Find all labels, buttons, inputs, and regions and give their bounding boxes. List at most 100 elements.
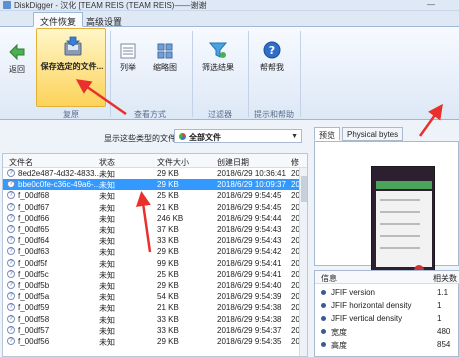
file-name: f_00df5f: [18, 258, 47, 268]
unknown-file-icon: ?: [7, 337, 15, 345]
filter-label: 筛选结果: [202, 63, 234, 72]
column-header-created[interactable]: 创建日期: [217, 157, 249, 168]
file-name: f_00df68: [18, 191, 50, 201]
unknown-file-icon: ?: [7, 225, 15, 233]
property-key: 宽度: [331, 328, 347, 337]
file-created: 2018/6/29 9:54:45: [217, 191, 282, 201]
group-label-view: 查看方式: [134, 110, 166, 119]
unknown-file-icon: ?: [7, 269, 15, 278]
ribbon-separator: [300, 31, 301, 117]
table-row[interactable]: ? f_00df66 未知 246 KB 2018/6/29 9:54:44 20: [3, 213, 307, 224]
table-row[interactable]: ? f_00df5a 未知 54 KB 2018/6/29 9:54:39 20: [3, 291, 307, 302]
file-name: f_00df5c: [18, 269, 49, 279]
file-size: 33 KB: [157, 314, 179, 324]
table-row[interactable]: ? f_00df5f 未知 99 KB 2018/6/29 9:54:41 20: [3, 258, 307, 269]
table-row[interactable]: ? f_00df63 未知 29 KB 2018/6/29 9:54:42 20: [3, 246, 307, 257]
file-size: 29 KB: [157, 281, 179, 290]
list-view-button[interactable]: 列举: [114, 31, 142, 73]
property-row: JFIF horizontal density 1: [315, 300, 459, 312]
file-type-filter-select[interactable]: 全部文件 ▼: [174, 129, 302, 143]
table-row[interactable]: ? f_00df59 未知 21 KB 2018/6/29 9:54:38 20: [3, 302, 307, 313]
property-row: JFIF vertical density 1: [315, 313, 459, 325]
file-name: 8ed2e487-4d32-4833...: [18, 169, 102, 178]
ribbon-separator: [248, 31, 249, 117]
unknown-file-icon: ?: [7, 314, 15, 323]
table-row[interactable]: ? f_00df64 未知 33 KB 2018/6/29 9:54:43 20: [3, 235, 307, 246]
property-value: 1.1: [437, 288, 449, 297]
file-created: 2018/6/29 9:54:38: [217, 303, 282, 313]
file-created: 2018/6/29 9:54:42: [217, 247, 282, 257]
file-name: f_00df66: [18, 213, 50, 223]
file-created: 2018/6/29 9:54:38: [217, 314, 282, 324]
table-row[interactable]: ? bbe0c0fe-c36c-49a6-... 未知 29 KB 2018/6/29 …: [3, 179, 307, 191]
properties-header-key: 信息: [321, 274, 337, 283]
save-disk-icon: [63, 35, 83, 59]
properties-table: 信息 相关数 JFIF version 1.1 JFIF horizontal de…: [314, 270, 459, 357]
property-value: 480: [437, 327, 451, 336]
thumbnails-icon: [157, 43, 173, 59]
unknown-file-icon: ?: [7, 303, 15, 312]
table-row[interactable]: ? f_00df5c 未知 25 KB 2018/6/29 9:54:41 20: [3, 269, 307, 280]
column-header-size[interactable]: 文件大小: [157, 157, 189, 168]
property-key: JFIF vertical density: [331, 314, 403, 323]
table-row[interactable]: ? f_00df65 未知 37 KB 2018/6/29 9:54:43 20: [3, 224, 307, 235]
file-status: 未知: [99, 338, 115, 347]
file-created: 2018/6/29 10:36:41: [217, 169, 286, 178]
scrollbar-thumb[interactable]: [301, 176, 307, 202]
column-header-name[interactable]: 文件名: [9, 157, 33, 168]
thumbnails-view-button[interactable]: 缩略图: [148, 31, 182, 73]
file-type-filter-value: 全部文件: [189, 133, 221, 142]
table-row[interactable]: ? 8ed2e487-4d32-4833... 未知 29 KB 2018/6/29 1…: [3, 168, 307, 179]
bullet-icon: [321, 329, 326, 334]
back-button[interactable]: 返回: [4, 31, 30, 75]
property-row: 宽度 480: [315, 326, 459, 338]
group-label-recover: 复原: [63, 110, 79, 119]
file-size: 54 KB: [157, 292, 179, 302]
svg-text:?: ?: [269, 44, 275, 57]
property-value: 1: [437, 314, 442, 323]
filter-funnel-icon: [208, 41, 228, 59]
help-button[interactable]: ? 帮帮我: [258, 31, 286, 73]
filter-results-button[interactable]: 筛选结果: [198, 31, 238, 73]
table-row[interactable]: ? f_00df56 未知 29 KB 2018/6/29 9:54:35 20: [3, 336, 307, 347]
tab-physical-bytes[interactable]: Physical bytes: [342, 127, 404, 141]
property-row: 高度 854: [315, 339, 459, 351]
ribbon-tab-bar: 文件恢复 高级设置: [0, 11, 459, 27]
file-created: 2018/6/29 9:54:41: [217, 269, 282, 279]
title-bar: DiskDigger - 汉化 [TEAM REIS (TEAM REIS)——…: [0, 0, 459, 11]
unknown-file-icon: ?: [7, 325, 15, 334]
minimize-button[interactable]: —: [427, 0, 435, 9]
save-label: 保存选定的文件...: [40, 62, 104, 71]
property-key: JFIF horizontal density: [331, 301, 412, 310]
file-list-table[interactable]: 文件名 状态 文件大小 创建日期 修 ? 8ed2e487-4d32-4833..…: [2, 153, 308, 357]
unknown-file-icon: ?: [7, 169, 15, 177]
tab-preview[interactable]: 预览: [314, 127, 340, 141]
file-size: 246 KB: [157, 213, 184, 223]
file-created: 2018/6/29 9:54:40: [217, 281, 282, 290]
help-label: 帮帮我: [260, 63, 284, 72]
table-row[interactable]: ? f_00df68 未知 25 KB 2018/6/29 9:54:45 20: [3, 190, 307, 201]
table-row[interactable]: ? f_00df5b 未知 29 KB 2018/6/29 9:54:40 20: [3, 280, 307, 291]
table-row[interactable]: ? f_00df58 未知 33 KB 2018/6/29 9:54:38 20: [3, 314, 307, 325]
file-name: f_00df65: [18, 225, 50, 234]
list-label: 列举: [120, 63, 136, 72]
file-name: f_00df59: [18, 303, 50, 313]
save-selected-files-button[interactable]: 保存选定的文件...: [36, 28, 106, 107]
thumbnails-label: 缩略图: [153, 63, 177, 72]
ribbon: 返回 保存选定的文件... 复原 列举 缩略图 查看方式 筛选结果 过滤器 ? …: [0, 27, 459, 120]
group-label-filter: 过滤器: [208, 110, 232, 119]
bullet-icon: [321, 290, 326, 295]
tab-file-recovery[interactable]: 文件恢复: [33, 12, 84, 27]
table-row[interactable]: ? f_00df57 未知 33 KB 2018/6/29 9:54:37 20: [3, 325, 307, 336]
bullet-icon: [321, 316, 326, 321]
column-header-modified[interactable]: 修: [291, 157, 299, 168]
file-created: 2018/6/29 9:54:43: [217, 236, 282, 246]
unknown-file-icon: ?: [7, 247, 15, 256]
unknown-file-icon: ?: [7, 258, 15, 267]
column-header-status[interactable]: 状态: [99, 157, 115, 168]
tab-advanced-settings[interactable]: 高级设置: [79, 12, 129, 27]
unknown-file-icon: ?: [7, 213, 15, 222]
list-icon: [120, 43, 136, 59]
table-row[interactable]: ? f_00df67 未知 21 KB 2018/6/29 9:54:45 20: [3, 202, 307, 213]
table-scrollbar[interactable]: [299, 168, 307, 356]
